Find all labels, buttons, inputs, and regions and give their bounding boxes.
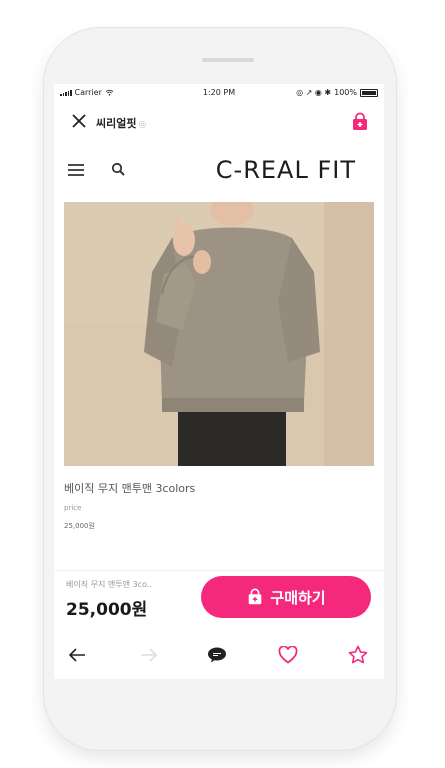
app-title-bar: 씨리얼핏 ◎ [54,106,384,138]
price-label: price [64,504,82,512]
kakaotalk-icon [208,647,226,663]
brand-logo[interactable]: C-REAL FIT [216,156,356,184]
bottom-nav [54,636,384,674]
wishlist-button[interactable] [277,644,299,666]
product-image[interactable] [64,202,374,466]
phone-speaker [202,58,254,62]
close-icon[interactable] [70,112,88,130]
forward-button[interactable] [138,644,160,666]
shopping-bag-icon[interactable] [350,112,370,132]
back-button[interactable] [66,644,88,666]
menu-icon[interactable] [68,164,84,176]
purchase-item-name: 베이직 무지 맨투맨 3co.. [66,580,152,589]
back-arrow-icon [68,648,85,662]
battery-icon [360,88,378,97]
shop-name: 씨리얼핏 ◎ [96,115,146,131]
product-price: 25,000원 [64,522,95,530]
heart-icon [278,646,298,664]
shop-verified-icon: ◎ [138,120,147,130]
purchase-bar: 베이직 무지 맨투맨 3co.. 25,000원 구매하기 [54,570,384,623]
buy-button-label: 구매하기 [270,588,326,607]
shopping-bag-icon [249,588,262,605]
kakaotalk-share-button[interactable] [206,644,228,666]
star-icon [348,645,368,664]
shop-name-text: 씨리얼핏 [96,117,137,130]
forward-arrow-icon [141,648,158,662]
product-name[interactable]: 베이직 무지 맨투맨 3colors [64,480,195,496]
status-indicators-icon: ◎ ↗ ◉ ✱ [296,88,332,97]
battery-percent: 100% [334,88,357,97]
purchase-price: 25,000원 [66,600,148,620]
search-icon[interactable] [111,162,125,176]
app-screen: Carrier 1:20 PM ◎ ↗ ◉ ✱ 100% 씨리얼핏 ◎ C-REA… [54,84,384,679]
buy-button[interactable]: 구매하기 [201,576,371,618]
store-header: C-REAL FIT [54,150,384,190]
product-photo [64,202,374,466]
favorite-button[interactable] [347,644,369,666]
status-bar: Carrier 1:20 PM ◎ ↗ ◉ ✱ 100% [54,84,384,102]
